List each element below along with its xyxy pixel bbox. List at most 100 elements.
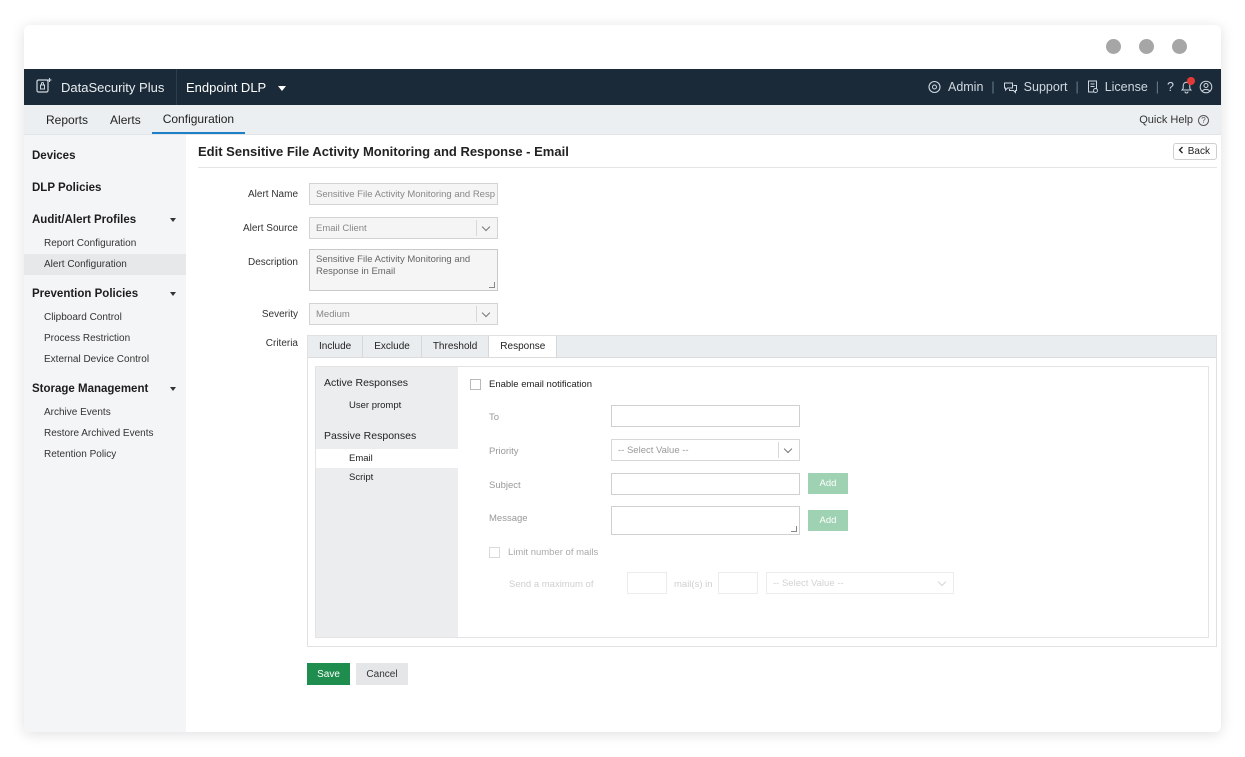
response-item-user-prompt[interactable]: User prompt	[316, 396, 458, 415]
interval-input[interactable]	[718, 572, 758, 594]
brand-name: DataSecurity Plus	[61, 79, 165, 95]
notification-icon[interactable]	[1180, 77, 1195, 94]
user-avatar-icon[interactable]	[1199, 80, 1213, 94]
question-icon: ?	[1198, 114, 1209, 126]
tab-exclude[interactable]: Exclude	[363, 336, 422, 357]
chevron-left-icon	[1178, 146, 1184, 157]
sidebar-item-clipboard-control[interactable]: Clipboard Control	[24, 307, 186, 328]
sidebar-group-header[interactable]: Storage Management	[24, 376, 186, 402]
sidebar-group-prevention: Prevention Policies Clipboard Control Pr…	[24, 281, 186, 370]
message-add-button[interactable]: Add	[808, 510, 848, 531]
limit-mails-checkbox[interactable]	[489, 547, 500, 558]
support-icon	[1003, 81, 1018, 94]
message-textarea[interactable]	[611, 506, 800, 535]
sidebar-group-storage: Storage Management Archive Events Restor…	[24, 376, 186, 465]
alert-source-label: Alert Source	[242, 223, 298, 234]
brand[interactable]: DataSecurity Plus	[24, 69, 176, 105]
sidebar-group-audit: Audit/Alert Profiles Report Configuratio…	[24, 207, 186, 275]
chevron-down-icon	[170, 387, 176, 391]
active-responses-heading: Active Responses	[324, 377, 409, 389]
window-dot-icon[interactable]	[1172, 39, 1187, 54]
message-label: Message	[489, 513, 528, 524]
criteria-panel: Include Exclude Threshold Response Activ…	[307, 335, 1217, 647]
limit-mails-row: Limit number of mails	[489, 547, 598, 558]
quick-help-label: Quick Help	[1139, 114, 1193, 126]
sidebar-group-header[interactable]: Audit/Alert Profiles	[24, 207, 186, 233]
interval-select[interactable]: -- Select Value --	[766, 572, 954, 594]
sidebar-item-devices[interactable]: Devices	[24, 143, 186, 169]
chevron-down-icon	[170, 292, 176, 296]
criteria-label: Criteria	[265, 338, 298, 349]
max-mails-input[interactable]	[627, 572, 667, 594]
admin-link[interactable]: Admin	[948, 80, 983, 94]
admin-icon	[927, 80, 942, 94]
chevron-down-icon	[937, 577, 947, 586]
content-area: Devices DLP Policies Audit/Alert Profile…	[24, 135, 1221, 732]
subject-input[interactable]	[611, 473, 800, 495]
enable-email-row: Enable email notification	[470, 379, 592, 390]
response-type-nav: Active Responses User prompt Passive Res…	[316, 367, 458, 637]
to-input[interactable]	[611, 405, 800, 427]
response-body: Active Responses User prompt Passive Res…	[315, 366, 1209, 638]
limit-mails-label: Limit number of mails	[508, 547, 599, 558]
response-item-email[interactable]: Email	[316, 449, 458, 468]
enable-email-checkbox[interactable]	[470, 379, 481, 390]
support-link[interactable]: Support	[1024, 80, 1068, 94]
tab-alerts[interactable]: Alerts	[99, 105, 152, 134]
severity-select[interactable]: Medium	[309, 303, 498, 325]
help-link[interactable]: ?	[1167, 80, 1174, 94]
sidebar-item-process-restriction[interactable]: Process Restriction	[24, 328, 186, 349]
enable-email-label: Enable email notification	[489, 379, 592, 390]
chevron-down-icon	[783, 444, 793, 453]
alert-name-input[interactable]: Sensitive File Activity Monitoring and R…	[309, 183, 498, 205]
window-chrome	[24, 25, 1221, 69]
to-label: To	[489, 412, 500, 423]
chevron-down-icon	[278, 85, 287, 91]
sidebar-item-report-configuration[interactable]: Report Configuration	[24, 233, 186, 254]
page-title: Edit Sensitive File Activity Monitoring …	[198, 143, 569, 159]
sidebar: Devices DLP Policies Audit/Alert Profile…	[24, 135, 186, 732]
sidebar-group-header[interactable]: Prevention Policies	[24, 281, 186, 307]
window-dot-icon[interactable]	[1139, 39, 1154, 54]
sidebar-item-external-device-control[interactable]: External Device Control	[24, 349, 186, 370]
response-item-script[interactable]: Script	[316, 468, 458, 487]
sidebar-item-archive-events[interactable]: Archive Events	[24, 402, 186, 423]
alert-name-label: Alert Name	[247, 189, 298, 200]
window-controls	[1106, 39, 1187, 54]
chevron-down-icon	[170, 218, 176, 222]
tab-configuration[interactable]: Configuration	[151, 105, 246, 134]
subject-label: Subject	[489, 480, 521, 491]
priority-label: Priority	[489, 446, 519, 457]
page-header: Edit Sensitive File Activity Monitoring …	[198, 135, 1217, 168]
sidebar-item-retention-policy[interactable]: Retention Policy	[24, 444, 186, 465]
tab-threshold[interactable]: Threshold	[422, 336, 490, 357]
tab-response[interactable]: Response	[489, 336, 558, 357]
alert-source-select[interactable]: Email Client	[309, 217, 498, 239]
tab-include[interactable]: Include	[308, 336, 364, 357]
main-panel: Edit Sensitive File Activity Monitoring …	[186, 135, 1221, 732]
priority-select[interactable]: -- Select Value --	[611, 439, 800, 461]
chevron-down-icon	[481, 308, 491, 317]
cancel-button[interactable]: Cancel	[356, 663, 408, 685]
severity-label: Severity	[261, 309, 298, 320]
window-dot-icon[interactable]	[1106, 39, 1121, 54]
sidebar-item-restore-archived-events[interactable]: Restore Archived Events	[24, 423, 186, 444]
subject-add-button[interactable]: Add	[808, 473, 848, 494]
sidebar-item-alert-configuration[interactable]: Alert Configuration	[24, 254, 186, 275]
product-name: Endpoint DLP	[186, 79, 267, 95]
top-bar: DataSecurity Plus Endpoint DLP Admin | S…	[24, 69, 1221, 105]
quick-help[interactable]: Quick Help ?	[1139, 105, 1209, 135]
product-switcher[interactable]: Endpoint DLP	[177, 79, 287, 95]
email-response-panel: Enable email notification To Priority --…	[458, 367, 1208, 637]
sidebar-item-dlp-policies[interactable]: DLP Policies	[24, 175, 186, 201]
mails-in-label: mail(s) in	[674, 579, 713, 590]
resize-handle-icon[interactable]	[489, 282, 495, 288]
description-textarea[interactable]: Sensitive File Activity Monitoring and R…	[309, 249, 498, 291]
license-link[interactable]: License	[1105, 80, 1148, 94]
back-button[interactable]: Back	[1172, 142, 1217, 160]
chevron-down-icon	[481, 222, 491, 231]
save-button[interactable]: Save	[307, 663, 350, 685]
resize-handle-icon[interactable]	[791, 526, 797, 532]
passive-responses-heading: Passive Responses	[324, 430, 417, 442]
tab-reports[interactable]: Reports	[24, 105, 99, 134]
